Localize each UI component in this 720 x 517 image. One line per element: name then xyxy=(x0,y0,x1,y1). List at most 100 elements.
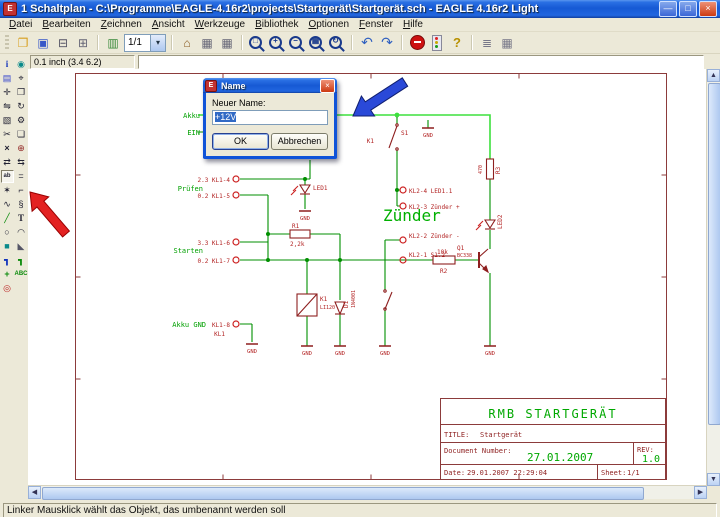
schematic-canvas[interactable]: Akku EIN Prüfen Starten Akku GND Zünder … xyxy=(28,69,720,499)
copy-tool-icon[interactable]: ❒ xyxy=(15,86,28,99)
pin-label-kl1-4: 2.3 KL1-4 xyxy=(197,177,230,184)
menu-ansicht[interactable]: Ansicht xyxy=(147,19,190,30)
sheet-selector[interactable]: 1/1 ▾ xyxy=(124,34,166,52)
change-tool-icon[interactable]: ⚙ xyxy=(15,114,28,127)
label-tool-icon[interactable]: ABC xyxy=(15,268,28,281)
info-tool-icon[interactable]: i xyxy=(1,58,14,71)
add-tool-icon[interactable]: ⊕ xyxy=(15,142,28,155)
board-editor-icon[interactable]: ▥ xyxy=(104,34,122,51)
cut-tool-icon[interactable]: ✂ xyxy=(1,128,14,141)
help-icon[interactable]: ? xyxy=(448,34,466,51)
chevron-down-icon[interactable]: ▾ xyxy=(150,35,165,51)
horizontal-scroll-thumb[interactable] xyxy=(42,487,644,500)
menu-hilfe[interactable]: Hilfe xyxy=(398,19,428,30)
run-icon[interactable]: ▦ xyxy=(218,34,236,51)
dialog-body: Neuer Name: +12V OK Abbrechen xyxy=(206,93,334,156)
bus-tool-icon[interactable]: ┓ xyxy=(1,254,14,267)
wire-tool-icon[interactable]: ╱ xyxy=(1,212,14,225)
grid-icon[interactable]: ▦ xyxy=(498,34,516,51)
pinswap-tool-icon[interactable]: ⇄ xyxy=(1,156,14,169)
restore-button[interactable]: □ xyxy=(679,1,697,17)
paste-tool-icon[interactable]: ❏ xyxy=(15,128,28,141)
stop-icon[interactable] xyxy=(408,34,426,51)
use-library-icon[interactable]: ⌂ xyxy=(178,34,196,51)
rect-tool-icon[interactable]: ■ xyxy=(1,240,14,253)
status-message: Linker Mausklick wählt das Objekt, das u… xyxy=(3,503,717,517)
undo-icon[interactable]: ↶ xyxy=(358,34,376,51)
group-tool-icon[interactable]: ▧ xyxy=(1,114,14,127)
zoom-redraw-mark: ↻ xyxy=(331,36,340,45)
script-icon[interactable]: ▦ xyxy=(198,34,216,51)
menu-optionen[interactable]: Optionen xyxy=(303,19,354,30)
vertical-scroll-thumb[interactable] xyxy=(708,83,720,425)
open-icon[interactable]: ❐ xyxy=(14,34,32,51)
zoom-in-mark: + xyxy=(271,36,280,45)
label-ein[interactable]: EIN xyxy=(187,129,200,137)
menu-bibliothek[interactable]: Bibliothek xyxy=(250,19,303,30)
scroll-right-arrow[interactable]: ▶ xyxy=(694,486,707,499)
part-label-r3: R3 xyxy=(495,166,502,174)
label-akku-gnd[interactable]: Akku GND xyxy=(172,321,206,329)
minimize-button[interactable]: — xyxy=(659,1,677,17)
split-tool-icon[interactable]: ∿ xyxy=(1,198,14,211)
part-label-led2: LED2 xyxy=(497,214,504,229)
redo-icon[interactable]: ↷ xyxy=(378,34,396,51)
menu-werkzeuge[interactable]: Werkzeuge xyxy=(190,19,250,30)
window-title: 1 Schaltplan - C:\Programme\EAGLE-4.16r2… xyxy=(21,3,657,15)
dialog-close-icon[interactable]: × xyxy=(320,79,335,93)
zoom-redraw-icon[interactable]: ↻ xyxy=(328,34,346,51)
circle-tool-icon[interactable]: ○ xyxy=(1,226,14,239)
schematic-drawing[interactable]: Akku EIN Prüfen Starten Akku GND Zünder … xyxy=(28,69,707,486)
invoke-tool-icon[interactable]: § xyxy=(15,198,28,211)
menu-fenster[interactable]: Fenster xyxy=(354,19,398,30)
horizontal-scrollbar[interactable]: ◀ ▶ xyxy=(28,485,707,499)
menu-datei[interactable]: Datei xyxy=(4,19,37,30)
polygon-tool-icon[interactable]: ◣ xyxy=(15,240,28,253)
vertical-scrollbar[interactable]: ▲ ▼ xyxy=(706,69,720,486)
ok-button[interactable]: OK xyxy=(212,133,269,150)
value-tool-icon[interactable]: = xyxy=(15,170,28,183)
command-line-input[interactable] xyxy=(138,55,704,69)
replace-tool-icon[interactable]: ⇆ xyxy=(15,156,28,169)
show-tool-icon[interactable]: ◉ xyxy=(15,58,28,71)
delete-tool-icon[interactable]: × xyxy=(1,142,14,155)
net-tool-icon[interactable]: ┓ xyxy=(15,254,28,267)
new-name-input[interactable]: +12V xyxy=(212,110,328,125)
print-icon[interactable]: ⊟ xyxy=(54,34,72,51)
arc-tool-icon[interactable]: ◠ xyxy=(15,226,28,239)
junction-tool-icon[interactable]: + xyxy=(1,268,14,281)
part-label-k1-coil: K1 xyxy=(320,296,328,303)
menu-zeichnen[interactable]: Zeichnen xyxy=(96,19,147,30)
zoom-out-icon[interactable]: − xyxy=(288,34,306,51)
menu-bearbeiten[interactable]: Bearbeiten xyxy=(37,19,95,30)
label-akku[interactable]: Akku xyxy=(183,112,200,120)
text-tool-icon[interactable]: T xyxy=(15,212,28,225)
scroll-down-arrow[interactable]: ▼ xyxy=(707,473,720,486)
zoom-in-icon[interactable]: + xyxy=(268,34,286,51)
zoom-select-icon[interactable]: ▦ xyxy=(308,34,326,51)
label-pruefen[interactable]: Prüfen xyxy=(178,185,203,193)
zoom-fit-icon[interactable]: □ xyxy=(248,34,266,51)
smash-tool-icon[interactable]: ✶ xyxy=(1,184,14,197)
dialog-title-bar[interactable]: E Name × xyxy=(203,78,337,93)
display-tool-icon[interactable]: ▤ xyxy=(1,72,14,85)
move-tool-icon[interactable]: ✛ xyxy=(1,86,14,99)
mirror-tool-icon[interactable]: ⇋ xyxy=(1,100,14,113)
name-tool-icon[interactable]: ab xyxy=(1,170,14,183)
miter-tool-icon[interactable]: ⌐ xyxy=(15,184,28,197)
toolbar-separator xyxy=(241,35,243,50)
cancel-button[interactable]: Abbrechen xyxy=(271,133,328,150)
selected-input-text: +12V xyxy=(215,112,236,122)
cam-processor-icon[interactable]: ⊞ xyxy=(74,34,92,51)
label-starten[interactable]: Starten xyxy=(173,247,203,255)
mark-tool-icon[interactable]: ⌖ xyxy=(15,72,28,85)
erc-tool-icon[interactable]: ◎ xyxy=(1,282,14,295)
save-icon[interactable]: ▣ xyxy=(34,34,52,51)
command-texts-icon[interactable]: ≣ xyxy=(478,34,496,51)
rotate-tool-icon[interactable]: ↻ xyxy=(15,100,28,113)
close-button[interactable]: × xyxy=(699,1,717,17)
scroll-left-arrow[interactable]: ◀ xyxy=(28,486,41,499)
eagle-window: E 1 Schaltplan - C:\Programme\EAGLE-4.16… xyxy=(0,0,720,517)
scroll-up-arrow[interactable]: ▲ xyxy=(707,69,720,82)
traffic-light-icon[interactable] xyxy=(428,34,446,51)
